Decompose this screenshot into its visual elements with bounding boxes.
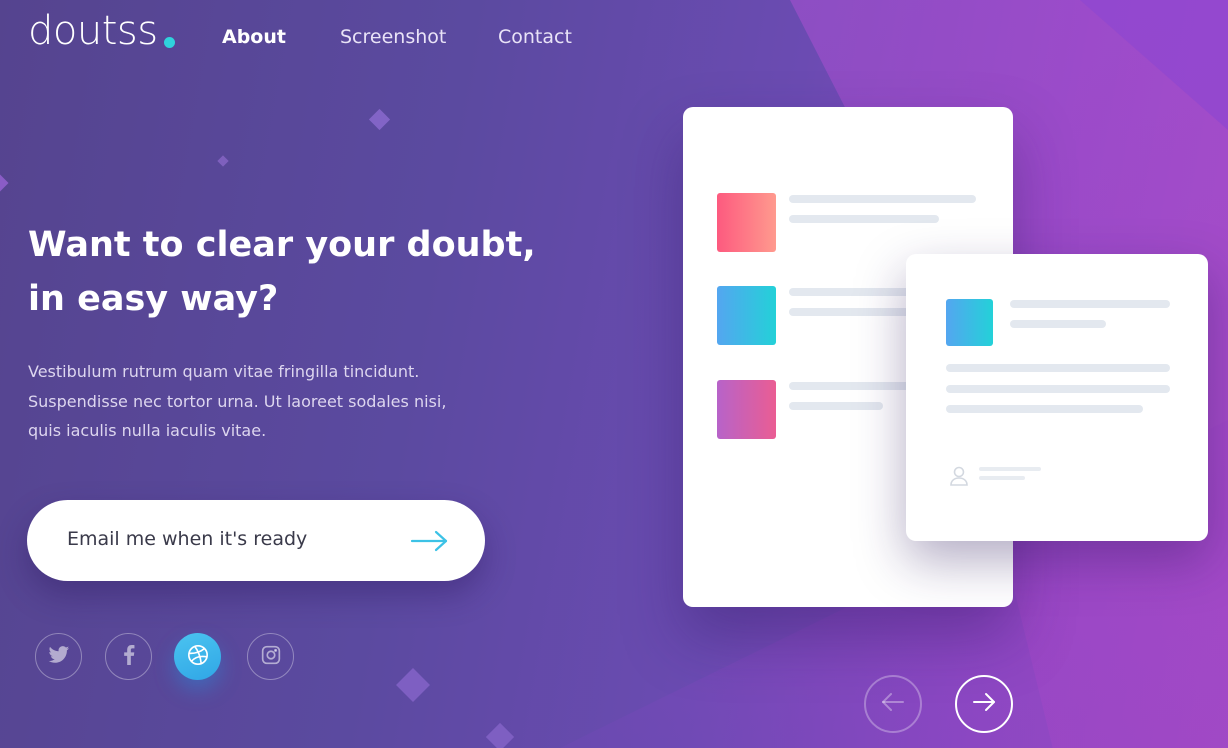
hero-description: Vestibulum rutrum quam vitae fringilla t… [28, 357, 528, 446]
instagram-link[interactable] [247, 633, 294, 680]
email-notify-label: Email me when it's ready [67, 528, 308, 550]
decorative-diamond [368, 108, 391, 131]
decorative-diamond [0, 174, 9, 192]
list-item-thumbnail [717, 380, 776, 439]
hero-description-line: quis iaculis nulla iaculis vitae. [28, 421, 267, 440]
facebook-icon [123, 644, 135, 669]
email-notify-button[interactable]: Email me when it's ready [27, 500, 485, 581]
placeholder-line [946, 364, 1170, 372]
hero-description-line: Suspendisse nec tortor urna. Ut laoreet … [28, 391, 447, 411]
arrow-left-icon [880, 692, 906, 716]
twitter-icon [48, 645, 70, 669]
detail-thumbnail [946, 299, 993, 346]
next-slide-button[interactable] [955, 675, 1013, 733]
placeholder-line [946, 405, 1143, 413]
brand-logo[interactable]: doutss [28, 8, 158, 54]
arrow-right-icon [971, 692, 997, 716]
list-item-thumbnail [717, 193, 776, 252]
placeholder-line [1010, 320, 1106, 328]
previous-slide-button[interactable] [864, 675, 922, 733]
user-icon [949, 465, 969, 491]
placeholder-line [979, 476, 1025, 480]
instagram-icon [261, 645, 281, 669]
decorative-diamond [485, 722, 515, 748]
facebook-link[interactable] [105, 633, 152, 680]
list-item-thumbnail [717, 286, 776, 345]
nav-item-about[interactable]: About [222, 26, 286, 48]
hero-headline-line: Want to clear your doubt, [28, 225, 536, 265]
hero-headline-line: in easy way? [28, 279, 279, 319]
app-mockup-card-detail [906, 254, 1208, 541]
placeholder-line [946, 385, 1170, 393]
placeholder-line [789, 215, 939, 223]
brand-logo-dot [164, 37, 175, 48]
decorative-diamond [217, 155, 229, 167]
placeholder-line [1010, 300, 1170, 308]
placeholder-line [979, 467, 1041, 471]
placeholder-line [789, 195, 976, 203]
nav-item-contact[interactable]: Contact [498, 26, 572, 48]
dribbble-link[interactable] [174, 633, 221, 680]
dribbble-icon [187, 644, 209, 670]
nav-item-screenshot[interactable]: Screenshot [340, 26, 446, 48]
decorative-diamond [396, 668, 430, 702]
hero-description-line: Vestibulum rutrum quam vitae fringilla t… [28, 362, 420, 381]
placeholder-line [789, 402, 883, 410]
twitter-link[interactable] [35, 633, 82, 680]
background-shape [1080, 0, 1228, 130]
hero-headline: Want to clear your doubt, in easy way? [28, 218, 548, 326]
arrow-right-icon [410, 528, 450, 558]
